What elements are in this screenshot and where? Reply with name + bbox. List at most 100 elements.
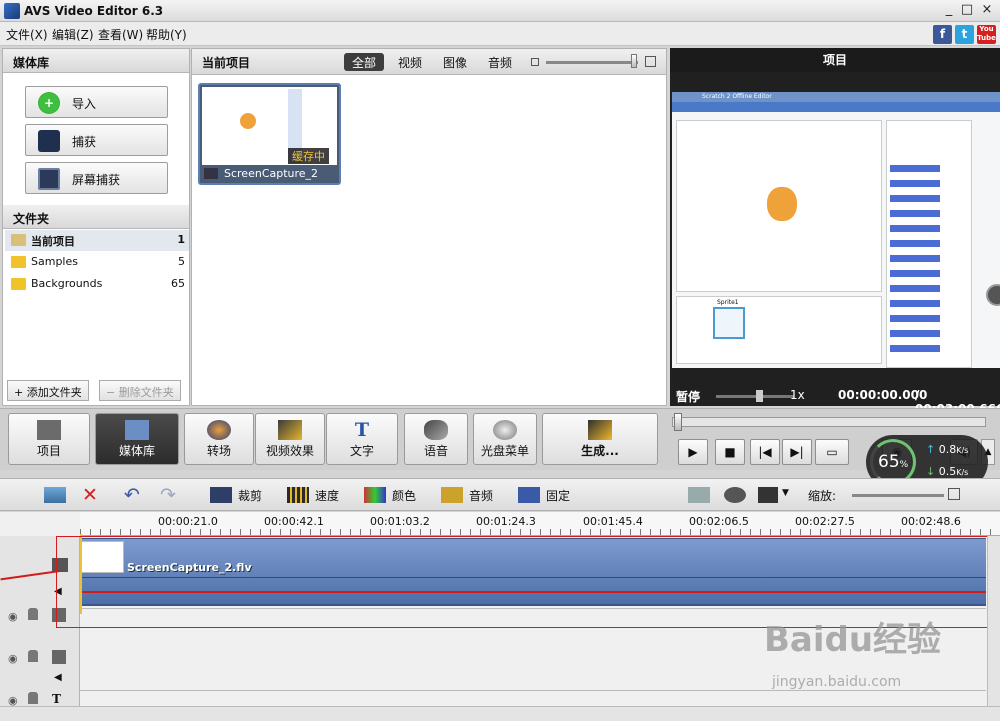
preview-panel: 项目 Scratch 2 Offline Editor Sprite1 暂停 1…: [670, 48, 1000, 416]
import-to-timeline-icon[interactable]: [44, 487, 66, 503]
capture-label: 捕获: [72, 135, 97, 149]
sprite-thumb: [713, 307, 745, 339]
color-icon[interactable]: [364, 487, 386, 503]
play-button[interactable]: ▶: [678, 439, 708, 465]
import-label: 导入: [72, 97, 97, 111]
stabilize-button[interactable]: 固定: [546, 487, 570, 504]
voice-button[interactable]: 语音: [404, 413, 468, 465]
produce-button[interactable]: 生成...: [542, 413, 658, 465]
volume-handle[interactable]: [756, 390, 763, 402]
lock-icon[interactable]: [28, 650, 38, 662]
folder-item-current-project[interactable]: 当前项目 1: [5, 230, 189, 251]
inner-menu-bar: [672, 102, 1000, 112]
text-button[interactable]: T 文字: [326, 413, 398, 465]
remove-folder-button[interactable]: − 删除文件夹: [99, 380, 181, 401]
folders-title: 文件夹: [3, 205, 189, 229]
media-item[interactable]: 缓存中 ScreenCapture_2: [198, 83, 341, 185]
facebook-icon[interactable]: f: [933, 25, 952, 44]
screen-capture-button[interactable]: 屏幕捕获: [25, 162, 168, 194]
folder-item-samples[interactable]: Samples 5: [5, 252, 189, 273]
add-folder-button[interactable]: + 添加文件夹: [7, 380, 89, 401]
tool-label: 视频效果: [265, 444, 314, 458]
eye-icon[interactable]: ◉: [8, 652, 18, 665]
minimize-button[interactable]: _: [940, 2, 958, 19]
text-t-icon: T: [354, 419, 370, 441]
overlay-track-icon: [52, 650, 66, 664]
capture-button[interactable]: 捕获: [25, 124, 168, 156]
youtube-icon[interactable]: You Tube: [977, 25, 996, 44]
maximize-button[interactable]: □: [958, 2, 976, 19]
webcam-icon[interactable]: [724, 487, 746, 503]
meter-unit: %: [899, 460, 909, 470]
video-effects-button[interactable]: 视频效果: [255, 413, 325, 465]
eye-icon[interactable]: ◉: [8, 610, 18, 623]
clapper-icon: [37, 420, 61, 440]
thumb-size-slider[interactable]: [546, 61, 638, 64]
project-title: 当前项目: [202, 56, 251, 70]
close-button[interactable]: ×: [978, 2, 996, 19]
playback-speed[interactable]: 1x: [790, 388, 805, 402]
undo-icon[interactable]: ↶: [124, 484, 140, 506]
produce-icon: [588, 420, 612, 440]
plus-icon: +: [38, 92, 60, 114]
tool-label: 转场: [206, 444, 231, 458]
tick-label: 00:02:48.6: [901, 515, 961, 528]
next-frame-button[interactable]: ▶|: [782, 439, 812, 465]
transition-icon: [207, 420, 231, 440]
tool-label: 项目: [36, 444, 61, 458]
menu-edit[interactable]: 编辑(Z): [52, 26, 94, 43]
filter-all-tab[interactable]: 全部: [344, 53, 385, 71]
project-button[interactable]: 项目: [8, 413, 90, 465]
color-button[interactable]: 颜色: [392, 487, 416, 504]
fullscreen-button[interactable]: ▭: [815, 439, 849, 465]
zoom-fit-icon[interactable]: [948, 488, 960, 500]
tick-label: 00:00:21.0: [158, 515, 218, 528]
menu-file[interactable]: 文件(X): [6, 26, 48, 43]
stop-button[interactable]: ■: [715, 439, 745, 465]
aspect-dropdown-icon[interactable]: ▼: [782, 488, 789, 498]
redo-icon[interactable]: ↷: [160, 484, 176, 506]
media-library-button[interactable]: 媒体库: [95, 413, 179, 465]
camcorder-icon: [38, 130, 60, 152]
slider-handle[interactable]: [631, 54, 637, 68]
horizontal-scrollbar[interactable]: [0, 706, 1000, 721]
filter-video-tab[interactable]: 视频: [390, 53, 430, 71]
prev-frame-button[interactable]: |◀: [750, 439, 780, 465]
seek-bar[interactable]: [672, 417, 986, 427]
filter-audio-tab[interactable]: 音频: [480, 53, 520, 71]
speaker-icon[interactable]: ◀: [54, 672, 62, 683]
delete-icon[interactable]: ✕: [82, 484, 98, 506]
aspect-monitor-icon[interactable]: [758, 487, 778, 503]
disc-menu-button[interactable]: 光盘菜单: [473, 413, 537, 465]
track-divider: [80, 690, 986, 691]
folder-gear-icon: [11, 234, 26, 246]
lock-icon[interactable]: [28, 692, 38, 704]
seek-handle[interactable]: [674, 413, 682, 431]
trim-icon[interactable]: [210, 487, 232, 503]
folder-name: Samples: [31, 255, 78, 268]
menu-view[interactable]: 查看(W): [98, 26, 143, 43]
timeline-ruler[interactable]: 00:00:21.0 00:00:42.1 00:01:03.2 00:01:2…: [80, 512, 1000, 536]
trim-button[interactable]: 裁剪: [238, 487, 262, 504]
split-icon[interactable]: [688, 487, 710, 503]
zoom-slider[interactable]: [852, 494, 944, 497]
speed-button[interactable]: 速度: [315, 487, 339, 504]
folder-item-backgrounds[interactable]: Backgrounds 65: [5, 274, 189, 295]
speed-icon[interactable]: [287, 487, 309, 503]
menu-help[interactable]: 帮助(Y): [146, 26, 187, 43]
volume-slider[interactable]: [716, 395, 794, 398]
vertical-scrollbar[interactable]: [987, 536, 1000, 706]
thumb-small-icon: [531, 58, 539, 66]
audio-icon[interactable]: [441, 487, 463, 503]
import-button[interactable]: + 导入: [25, 86, 168, 118]
transitions-button[interactable]: 转场: [184, 413, 254, 465]
meter-percent: 65: [878, 452, 900, 472]
stabilize-icon[interactable]: [518, 487, 540, 503]
filter-image-tab[interactable]: 图像: [435, 53, 475, 71]
screen-capture-label: 屏幕捕获: [72, 173, 121, 187]
tick-label: 00:00:42.1: [264, 515, 324, 528]
audio-button[interactable]: 音频: [469, 487, 493, 504]
tick-label: 00:01:03.2: [370, 515, 430, 528]
lock-icon[interactable]: [28, 608, 38, 620]
twitter-icon[interactable]: t: [955, 25, 974, 44]
